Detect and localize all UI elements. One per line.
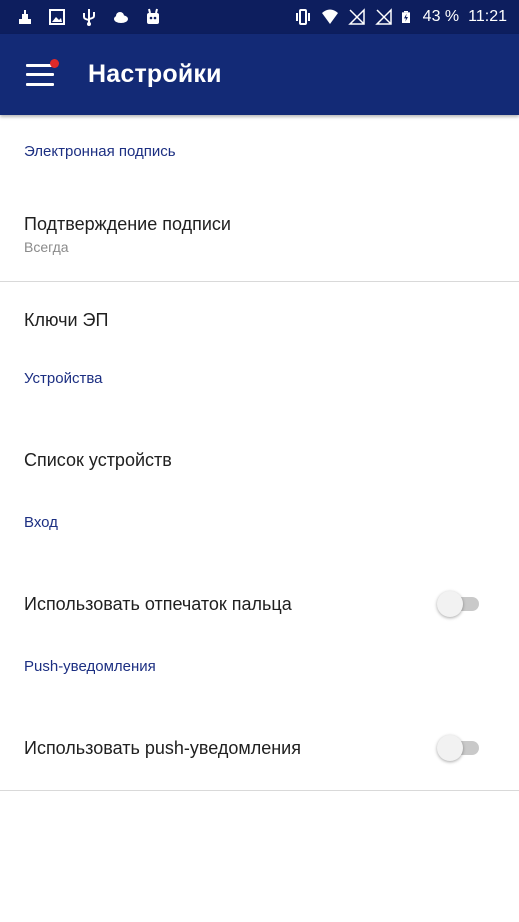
menu-icon-bar xyxy=(26,82,54,86)
battery-charging-icon xyxy=(401,11,410,23)
pref-device-list[interactable]: Список устройств xyxy=(0,418,519,502)
pref-title: Список устройств xyxy=(24,449,172,470)
clock: 11:21 xyxy=(468,8,507,25)
usb-icon xyxy=(83,9,95,26)
toggle-thumb xyxy=(437,735,463,761)
section-header-login: Вход xyxy=(24,514,58,531)
section-header-signature: Электронная подпись xyxy=(24,143,176,160)
divider xyxy=(0,790,519,791)
vibrate-icon xyxy=(295,9,310,25)
pref-signature-keys[interactable]: Ключи ЭП xyxy=(0,282,519,358)
battery-percent: 43 % xyxy=(422,8,460,25)
no-sim-icon xyxy=(347,8,365,25)
pref-push-notifications[interactable]: Использовать push-уведомления xyxy=(0,706,519,790)
pref-title: Использовать push-уведомления xyxy=(24,737,301,758)
menu-icon-bar xyxy=(26,73,54,76)
status-bar-right: 43 % 11:21 xyxy=(294,8,507,26)
pref-summary: Всегда xyxy=(24,238,69,255)
settings-list: Электронная подпись Подтверждение подпис… xyxy=(0,115,519,791)
pref-title: Использовать отпечаток пальца xyxy=(24,593,292,614)
pref-signature-confirmation[interactable]: Подтверждение подписи Всегда xyxy=(0,187,519,281)
menu-button[interactable] xyxy=(26,58,59,86)
push-toggle[interactable] xyxy=(437,735,481,761)
pref-title: Ключи ЭП xyxy=(24,309,109,330)
section-header-push: Push-уведомления xyxy=(24,658,156,675)
cloud-icon xyxy=(114,12,128,23)
page-title: Настройки xyxy=(88,60,222,88)
section-header-devices: Устройства xyxy=(24,370,103,387)
image-icon xyxy=(49,9,65,25)
toggle-thumb xyxy=(437,591,463,617)
pref-fingerprint[interactable]: Использовать отпечаток пальца xyxy=(0,562,519,646)
app-bar: Настройки xyxy=(0,34,519,115)
android-icon xyxy=(147,8,159,24)
fingerprint-toggle[interactable] xyxy=(437,591,481,617)
notification-app-icon xyxy=(19,10,31,24)
pref-title: Подтверждение подписи xyxy=(24,213,231,234)
status-bar-left xyxy=(16,8,162,26)
no-sim-icon xyxy=(374,8,392,25)
notification-dot xyxy=(50,58,59,68)
wifi-icon xyxy=(321,9,338,24)
status-bar: 43 % 11:21 xyxy=(0,0,519,34)
